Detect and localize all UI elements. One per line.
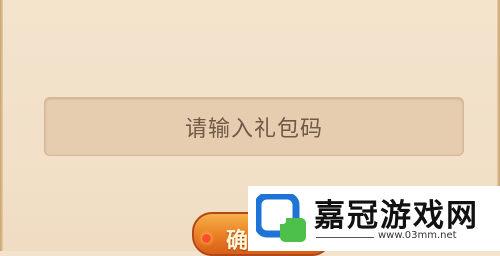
gift-code-input[interactable]: 请输入礼包码 (44, 97, 464, 156)
gift-code-placeholder: 请输入礼包码 (184, 116, 323, 142)
watermark-divider (316, 237, 374, 238)
button-gem-icon (202, 234, 211, 243)
site-watermark: 嘉冠游戏网 www.03mm.net (248, 186, 500, 251)
watermark-title: 嘉冠游戏网 (314, 198, 479, 234)
watermark-domain: www.03mm.net (378, 230, 457, 241)
confirm-button-label: 确 (226, 229, 249, 254)
site-logo-icon (256, 194, 306, 242)
dialog-border-left (0, 0, 3, 251)
